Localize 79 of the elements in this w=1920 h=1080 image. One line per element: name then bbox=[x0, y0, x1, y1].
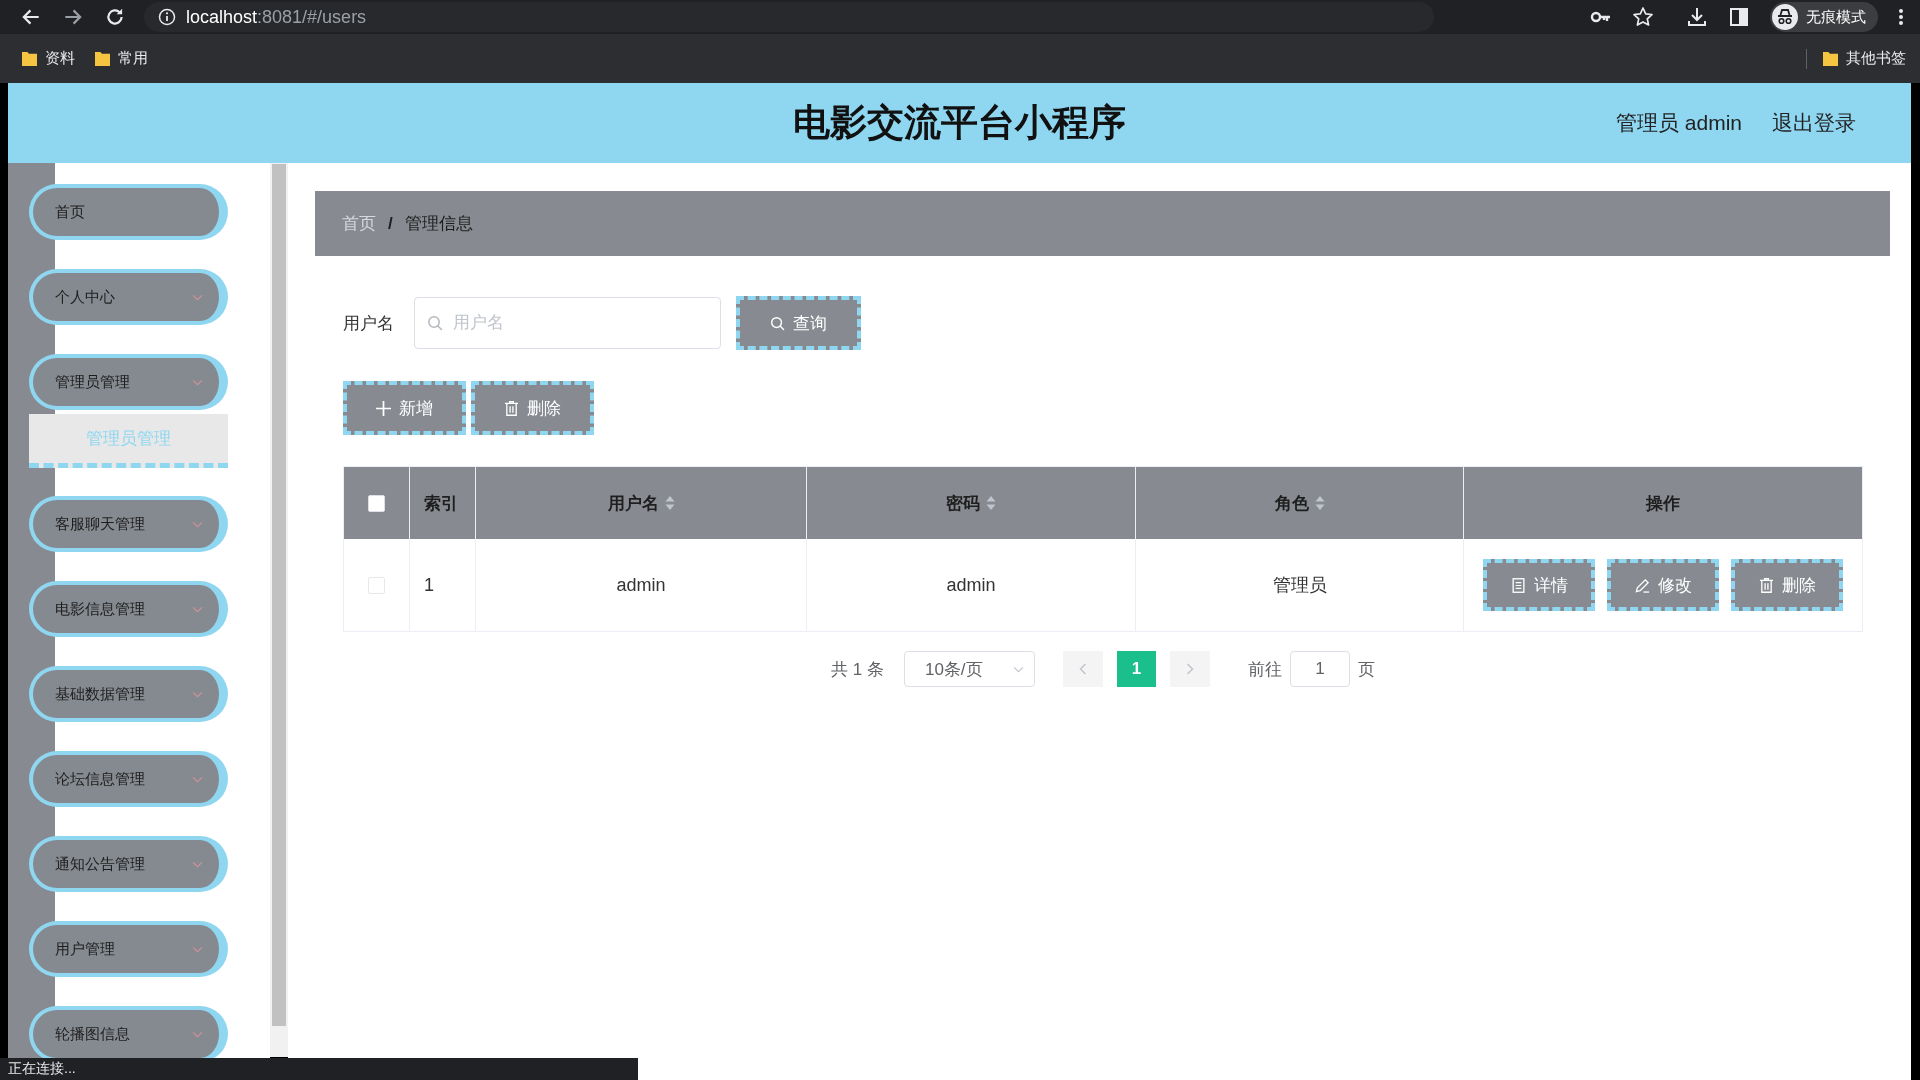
delete-button[interactable]: 删除 bbox=[1731, 559, 1843, 611]
folder-icon bbox=[95, 51, 110, 66]
star-icon[interactable] bbox=[1632, 6, 1654, 28]
edit-button[interactable]: 修改 bbox=[1607, 559, 1719, 611]
column-header: 操作 bbox=[1646, 492, 1680, 515]
search-button[interactable]: 查询 bbox=[736, 296, 861, 350]
table-cell: admin bbox=[476, 539, 807, 631]
reload-icon[interactable] bbox=[104, 6, 126, 28]
checkbox[interactable] bbox=[368, 576, 385, 594]
trash-icon bbox=[504, 400, 519, 416]
chevron-down-icon bbox=[192, 520, 203, 528]
search-icon bbox=[770, 315, 785, 331]
sort-icon bbox=[1314, 496, 1325, 510]
table-cell: 1 bbox=[410, 539, 476, 631]
bookmark-folder[interactable]: 其他书签 bbox=[1823, 49, 1906, 68]
breadcrumb-separator: / bbox=[388, 213, 393, 234]
column-header[interactable]: 密码 bbox=[946, 491, 996, 515]
address-bar[interactable]: localhost:8081/#/users bbox=[144, 2, 1434, 32]
sidebar-menu-item[interactable]: 用户管理 bbox=[29, 921, 228, 977]
search-icon bbox=[427, 315, 443, 331]
sidebar-menu-item[interactable]: 个人中心 bbox=[29, 269, 228, 325]
chevron-down-icon bbox=[192, 605, 203, 613]
profile-button[interactable]: 无痕模式 bbox=[1770, 2, 1878, 32]
page-suffix: 页 bbox=[1357, 658, 1375, 681]
document-icon bbox=[1510, 577, 1526, 593]
url-text: localhost:8081/#/users bbox=[186, 6, 367, 28]
total-count: 共 1 条 bbox=[831, 658, 884, 681]
info-icon[interactable] bbox=[158, 8, 176, 26]
sidebar-menu-item[interactable]: 电影信息管理 bbox=[29, 581, 228, 637]
sidebar-menu-item[interactable]: 客服聊天管理 bbox=[29, 496, 228, 552]
chevron-down-icon bbox=[192, 1030, 203, 1038]
bookmark-folder[interactable]: 资料 bbox=[22, 49, 75, 68]
plus-icon bbox=[376, 400, 391, 416]
chevron-down-icon bbox=[192, 945, 203, 953]
sidebar-menu-item[interactable]: 通知公告管理 bbox=[29, 836, 228, 892]
field-label: 用户名 bbox=[343, 312, 394, 335]
sort-icon bbox=[664, 496, 675, 510]
details-button[interactable]: 详情 bbox=[1483, 559, 1595, 611]
logout-link[interactable]: 退出登录 bbox=[1772, 109, 1856, 137]
goto-label: 前往 bbox=[1247, 658, 1282, 681]
table-cell: 管理员 bbox=[1136, 539, 1464, 631]
chevron-down-icon bbox=[1012, 665, 1024, 673]
chevron-left-icon bbox=[1078, 663, 1087, 675]
sidebar-menu-item[interactable]: 基础数据管理 bbox=[29, 666, 228, 722]
page-size-select[interactable]: 10条/页 bbox=[903, 651, 1035, 687]
column-header[interactable]: 用户名 bbox=[607, 491, 675, 515]
user-label: 管理员 admin bbox=[1615, 110, 1742, 136]
chevron-down-icon bbox=[192, 378, 203, 386]
chevron-down-icon bbox=[192, 293, 203, 301]
download-icon[interactable] bbox=[1686, 6, 1708, 28]
chevron-down-icon bbox=[192, 860, 203, 868]
sort-icon bbox=[986, 496, 996, 510]
add-button[interactable]: 新增 bbox=[343, 381, 466, 435]
trash-icon bbox=[1758, 577, 1774, 593]
delete-button[interactable]: 删除 bbox=[471, 381, 594, 435]
sidebar-scrollbar[interactable] bbox=[270, 163, 288, 1057]
side-panel-icon[interactable] bbox=[1728, 6, 1750, 28]
more-menu-icon[interactable] bbox=[1898, 6, 1904, 28]
bookmark-folder[interactable]: 常用 bbox=[95, 49, 148, 68]
checkbox[interactable] bbox=[368, 494, 385, 512]
folder-icon bbox=[1823, 51, 1838, 66]
sidebar-menu-item[interactable]: 管理员管理 bbox=[29, 354, 228, 410]
status-bar: 正在连接... bbox=[0, 1058, 638, 1080]
username-search-field[interactable]: 用户名 bbox=[414, 297, 721, 349]
sidebar-menu-item[interactable]: 首页 bbox=[29, 184, 228, 240]
column-header: 索引 bbox=[424, 492, 458, 515]
breadcrumb-current: 管理信息 bbox=[404, 213, 473, 235]
folder-icon bbox=[22, 51, 37, 66]
breadcrumb-link[interactable]: 首页 bbox=[342, 212, 376, 235]
chevron-down-icon bbox=[192, 775, 203, 783]
site-title: 电影交流平台小程序 bbox=[793, 101, 1126, 145]
pencil-icon bbox=[1634, 577, 1650, 593]
goto-page-field[interactable]: 1 bbox=[1289, 651, 1350, 687]
incognito-icon bbox=[1772, 4, 1798, 30]
column-header[interactable]: 角色 bbox=[1274, 491, 1325, 515]
chevron-right-icon bbox=[1185, 663, 1194, 675]
chevron-down-icon bbox=[192, 690, 203, 698]
sidebar-menu-item[interactable]: 论坛信息管理 bbox=[29, 751, 228, 807]
table-cell: admin bbox=[807, 539, 1136, 631]
